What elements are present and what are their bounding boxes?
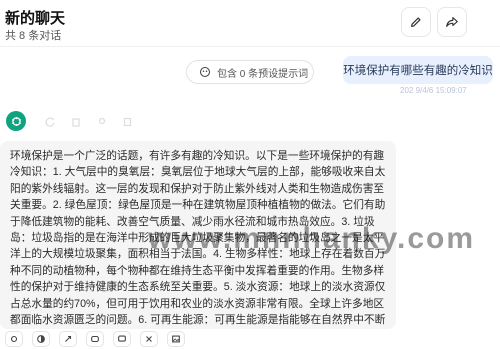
copy-icon[interactable] <box>122 115 134 127</box>
message-actions <box>44 115 134 127</box>
mask-icon <box>199 66 211 78</box>
share-icon <box>446 17 458 27</box>
watermark: www.mnnhanky.com <box>148 222 476 255</box>
image-icon <box>172 335 180 343</box>
preset-prompts-label: 包含 0 条预设提示词 <box>217 68 309 80</box>
clear-button[interactable] <box>140 331 158 347</box>
chat-input-toolbar <box>0 329 500 349</box>
theme-icon <box>37 335 45 343</box>
pencil-icon <box>411 17 421 27</box>
header-divider <box>0 46 500 47</box>
prompt-button[interactable] <box>59 331 77 347</box>
delete-icon[interactable] <box>70 115 82 127</box>
settings-button[interactable] <box>5 331 23 347</box>
chat-icon <box>118 335 126 342</box>
chat-header: 新的聊天 共 8 条对话 <box>0 0 500 46</box>
edit-title-button[interactable] <box>401 7 431 37</box>
mask-button[interactable] <box>86 331 104 347</box>
image-button[interactable] <box>167 331 185 347</box>
chat-title: 新的聊天 <box>5 10 66 27</box>
user-message-timestamp: 202 9/4/6 15:09:07 <box>400 86 467 95</box>
retry-icon[interactable] <box>44 115 56 127</box>
openai-logo-icon <box>11 116 21 126</box>
prompt-icon <box>65 335 72 342</box>
pin-icon[interactable] <box>96 115 108 127</box>
mask-icon <box>91 335 99 343</box>
theme-button[interactable] <box>32 331 50 347</box>
settings-icon <box>10 335 18 343</box>
assistant-avatar <box>6 111 26 131</box>
clear-icon <box>146 336 152 342</box>
share-button[interactable] <box>437 7 467 37</box>
preset-prompts-chip[interactable]: 包含 0 条预设提示词 <box>186 60 314 84</box>
user-message: 环境保护有哪些有趣的冷知识 <box>343 56 493 84</box>
chat-button[interactable] <box>113 331 131 347</box>
chat-count: 共 8 条对话 <box>5 30 62 42</box>
